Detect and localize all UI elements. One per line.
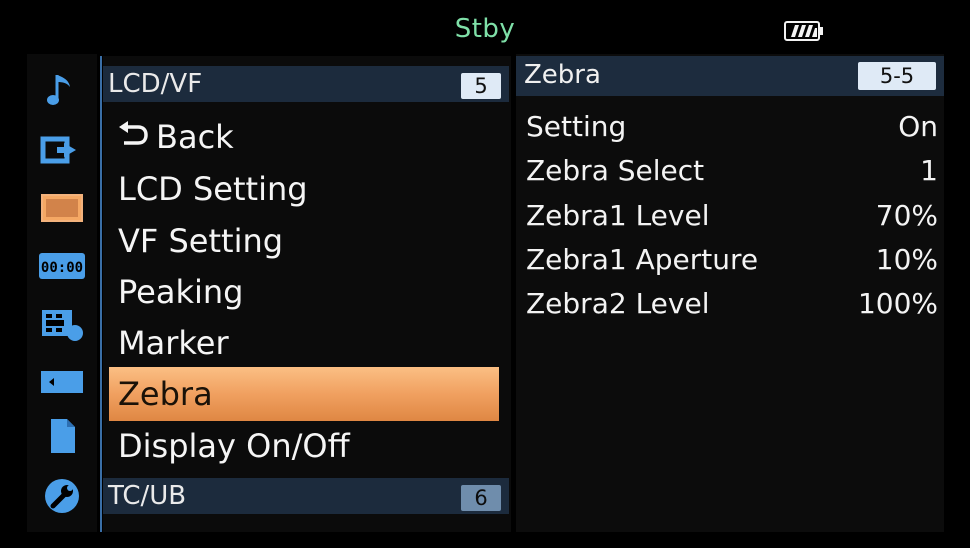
menu-item-peaking[interactable]: Peaking (109, 267, 499, 317)
menu-item-display-on-off[interactable]: Display On/Off (109, 421, 499, 471)
battery-full-icon (784, 20, 824, 42)
menu-item-vf-setting[interactable]: VF Setting (109, 216, 499, 266)
back-menu-item[interactable]: Back (109, 112, 499, 162)
camera-menu-screen: Stby 00:00 LCD/VF 5 Back LCD Setting VF … (0, 0, 970, 548)
setting-value: 1 (920, 154, 938, 187)
setting-row-zebra2-level[interactable]: Zebra2 Level 100% (526, 283, 938, 323)
setting-row-zebra-select[interactable]: Zebra Select 1 (526, 150, 938, 190)
menu-item-zebra[interactable]: Zebra (109, 367, 499, 421)
svg-text:00:00: 00:00 (41, 260, 83, 276)
setting-name: Zebra1 Aperture (526, 243, 759, 276)
media-card-icon[interactable] (27, 360, 97, 404)
status-mode: Stby (454, 14, 516, 44)
panel-header: Zebra 5-5 (516, 56, 944, 96)
panel-title: Zebra (524, 60, 601, 90)
setting-value: 10% (875, 243, 938, 276)
setting-name: Setting (526, 110, 627, 143)
maintenance-wrench-icon[interactable] (27, 474, 97, 518)
setting-row-setting[interactable]: Setting On (526, 106, 938, 146)
rail-divider (100, 56, 102, 532)
menu-header-lcd-vf[interactable]: LCD/VF 5 (103, 66, 509, 102)
setting-name: Zebra2 Level (526, 287, 710, 320)
setting-name: Zebra1 Level (526, 199, 710, 232)
back-label: Back (156, 118, 234, 156)
camera-film-icon[interactable] (27, 302, 97, 346)
menu-page-number: 5 (461, 73, 501, 99)
menu-footer-label: TC/UB (108, 481, 187, 511)
setting-name: Zebra Select (526, 154, 705, 187)
panel-page-indicator: 5-5 (858, 62, 936, 90)
menu-header-tc-ub[interactable]: TC/UB 6 (103, 478, 509, 514)
setting-value: 70% (875, 199, 938, 232)
category-rail: 00:00 (27, 54, 97, 532)
menu-column: LCD/VF 5 Back LCD Setting VF Setting Pea… (103, 56, 511, 532)
file-icon[interactable] (27, 414, 97, 458)
menu-header-label: LCD/VF (108, 69, 203, 99)
setting-row-zebra1-aperture[interactable]: Zebra1 Aperture 10% (526, 239, 938, 279)
display-lcd-vf-icon[interactable] (27, 186, 97, 230)
menu-item-marker[interactable]: Marker (109, 318, 499, 368)
setting-row-zebra1-level[interactable]: Zebra1 Level 70% (526, 195, 938, 235)
audio-note-icon[interactable] (27, 68, 97, 112)
menu-item-lcd-setting[interactable]: LCD Setting (109, 164, 499, 214)
output-icon[interactable] (27, 128, 97, 172)
settings-panel: Zebra 5-5 Setting On Zebra Select 1 Zebr… (516, 54, 944, 532)
setting-value: 100% (857, 287, 938, 320)
menu-footer-number: 6 (461, 485, 501, 511)
back-arrow-icon (118, 120, 148, 155)
setting-value: On (898, 110, 938, 143)
timecode-icon[interactable]: 00:00 (27, 244, 97, 288)
